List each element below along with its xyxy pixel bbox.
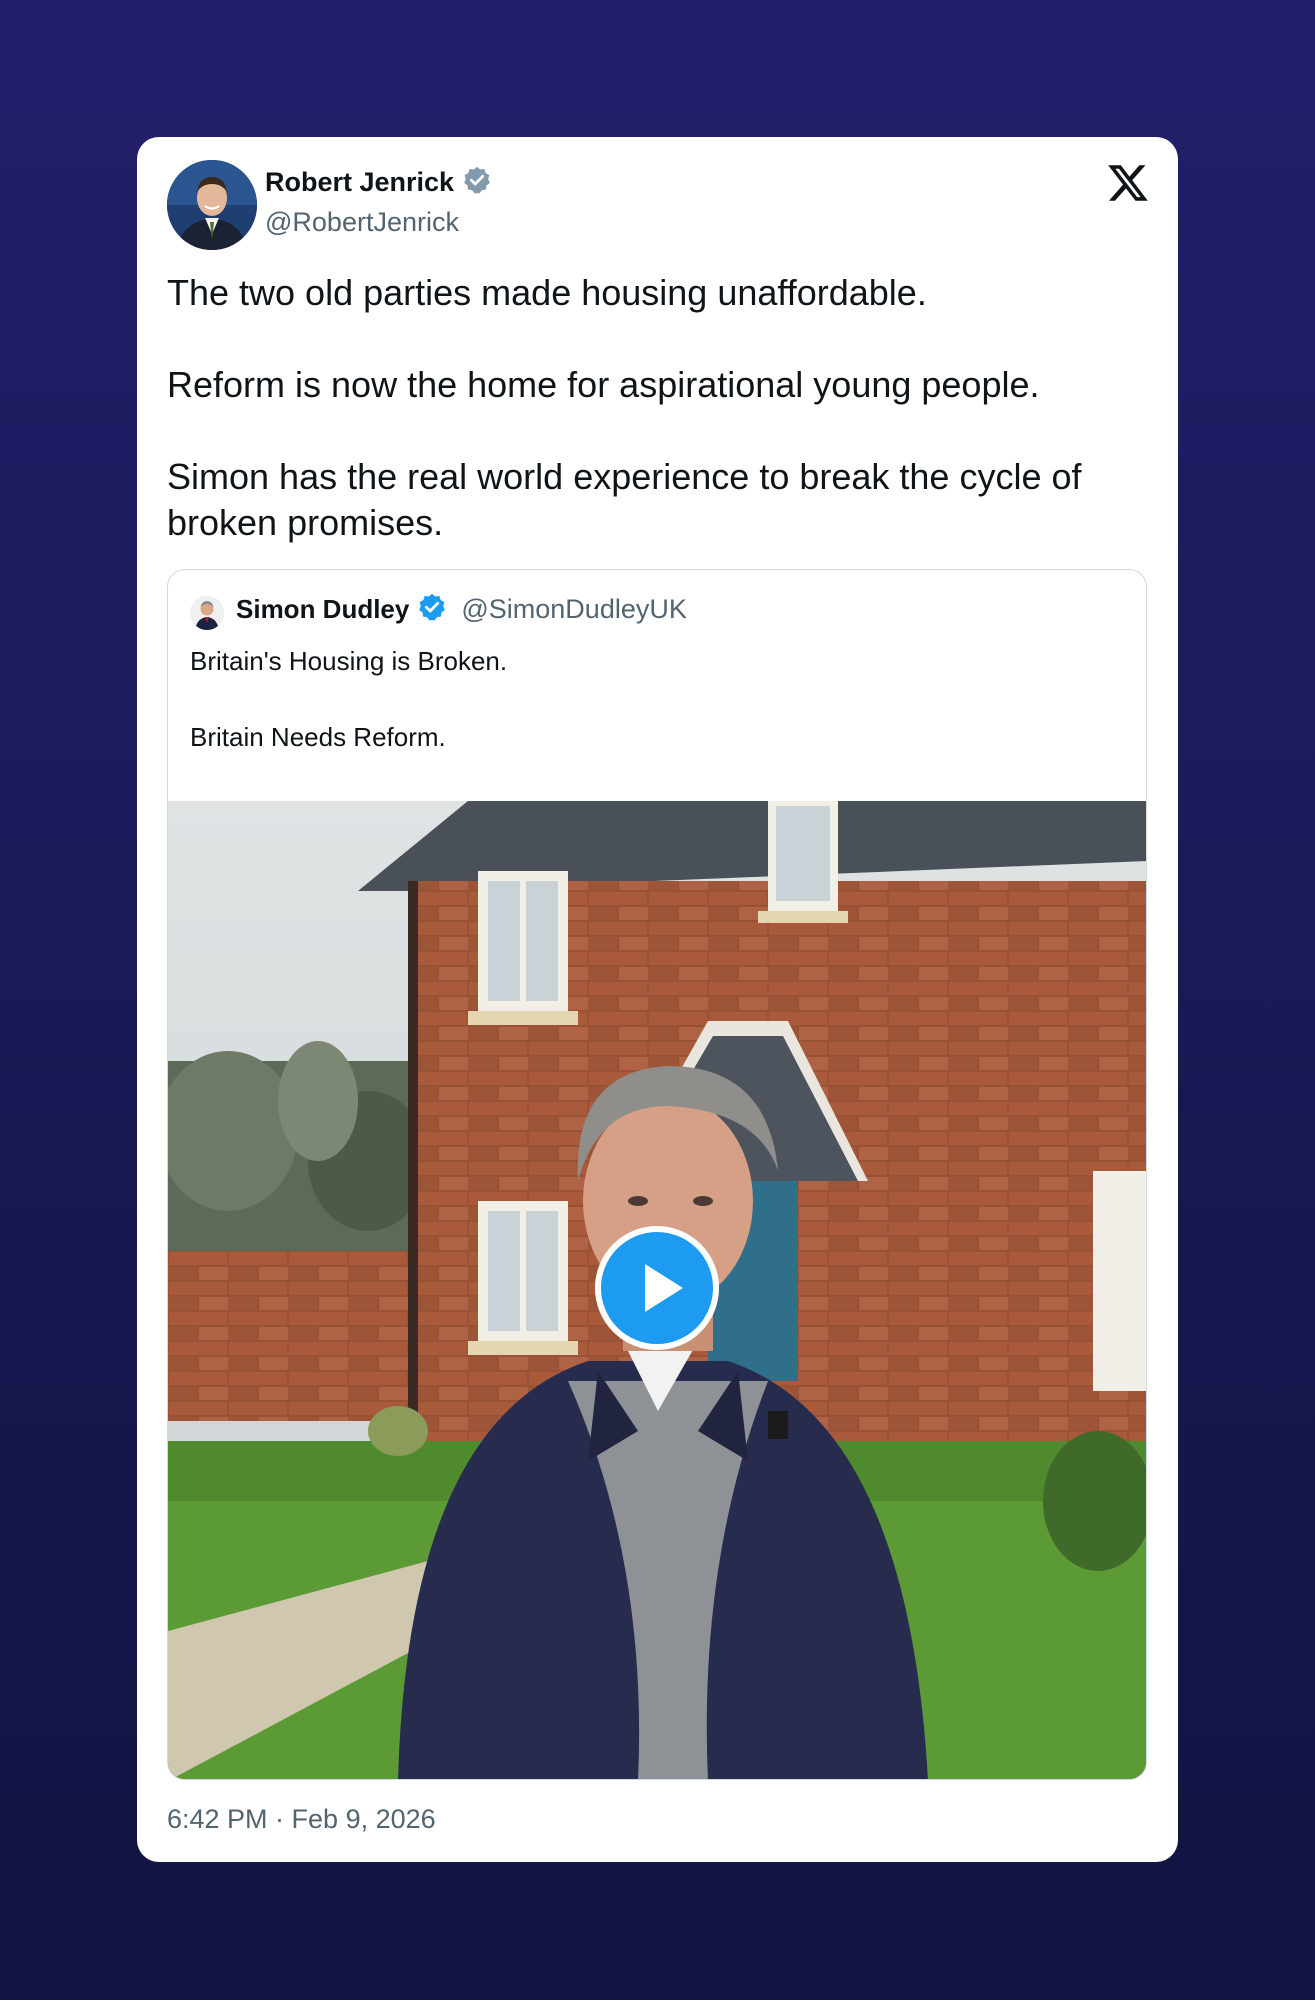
verified-badge-icon [462,165,492,200]
play-button[interactable] [595,1226,719,1350]
tweet-timestamp[interactable]: 6:42 PM · Feb 9, 2026 [167,1804,436,1835]
author-avatar[interactable] [167,160,257,250]
author-name[interactable]: Robert Jenrick [265,167,454,198]
quoted-author-handle[interactable]: @SimonDudleyUK [461,594,687,625]
quoted-tweet-text: Britain's Housing is Broken. Britain Nee… [190,646,508,752]
video-thumbnail[interactable] [168,801,1146,1779]
quoted-author-avatar[interactable] [190,596,224,630]
tweet-card: Robert Jenrick @RobertJenrick The two ol… [137,137,1178,1862]
x-logo-icon[interactable] [1106,161,1150,205]
quoted-author-name[interactable]: Simon Dudley [236,594,409,625]
verified-badge-icon [417,592,447,627]
quoted-tweet[interactable]: Simon Dudley @SimonDudleyUK Britain's Ho… [167,569,1147,1780]
author-handle[interactable]: @RobertJenrick [265,207,459,238]
tweet-text: The two old parties made housing unaffor… [167,272,1082,543]
play-icon [645,1264,683,1312]
